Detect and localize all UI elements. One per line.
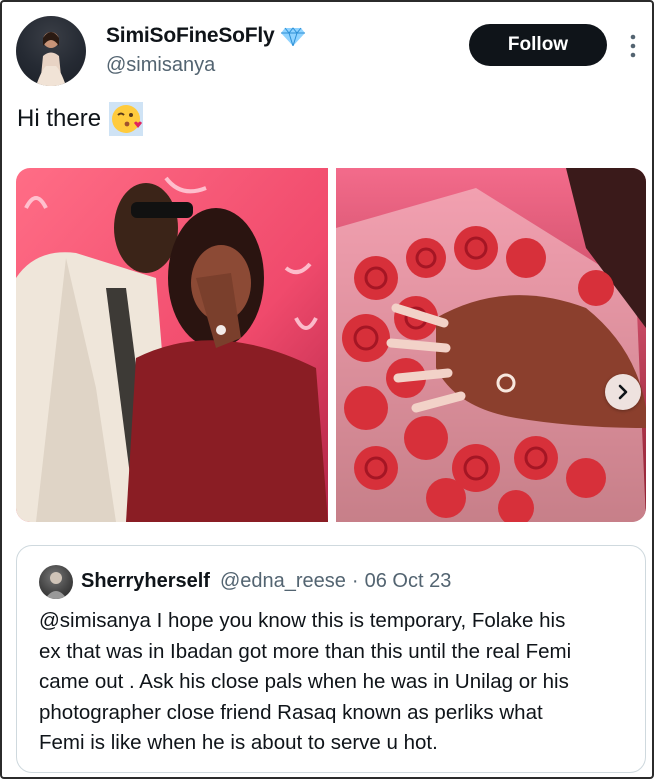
quoted-text-line: came out . Ask his close pals when he wa… <box>39 670 569 693</box>
quoted-text: @simisanya I hope you know this is tempo… <box>39 606 635 759</box>
quoted-text-line: @simisanya I hope you know this is tempo… <box>39 609 566 632</box>
quoted-text-line: Femi is like when he is about to serve u… <box>39 731 438 754</box>
follow-button[interactable]: Follow <box>469 24 607 66</box>
quoted-display-name[interactable]: Sherryherself <box>81 570 210 593</box>
quoted-author-avatar[interactable] <box>39 565 73 599</box>
next-image-button[interactable] <box>605 374 641 410</box>
tweet-body: Hi there <box>17 102 144 136</box>
verified-diamond-icon <box>280 27 305 46</box>
tweet-text: Hi there <box>17 105 102 132</box>
author-handle[interactable]: @simisanya <box>106 54 215 77</box>
quoted-date[interactable]: 06 Oct 23 <box>365 570 452 593</box>
couple-kiss-photo[interactable] <box>16 168 328 522</box>
chevron-right-icon <box>618 384 628 400</box>
tweet-card: SimiSoFineSoFly @simisanya Follow Hi the… <box>0 0 654 779</box>
more-options-icon[interactable] <box>626 32 640 60</box>
quoted-tweet[interactable]: Sherryherself @edna_reese · 06 Oct 23 @s… <box>16 545 646 773</box>
quoted-separator: · <box>351 570 359 592</box>
author-avatar[interactable] <box>16 16 86 86</box>
quoted-text-line: photographer close friend Rasaq known as… <box>39 700 543 724</box>
author-display-name[interactable]: SimiSoFineSoFly <box>106 24 275 48</box>
quoted-handle[interactable]: @edna_reese <box>220 570 346 593</box>
ring-roses-bouquet-photo[interactable] <box>336 168 646 522</box>
quoted-header: Sherryherself @edna_reese · 06 Oct 23 <box>81 570 451 593</box>
face-blowing-kiss-icon <box>109 102 144 136</box>
media-gallery <box>16 168 646 522</box>
quoted-text-line: ex that was in Ibadan got more than this… <box>39 639 572 663</box>
